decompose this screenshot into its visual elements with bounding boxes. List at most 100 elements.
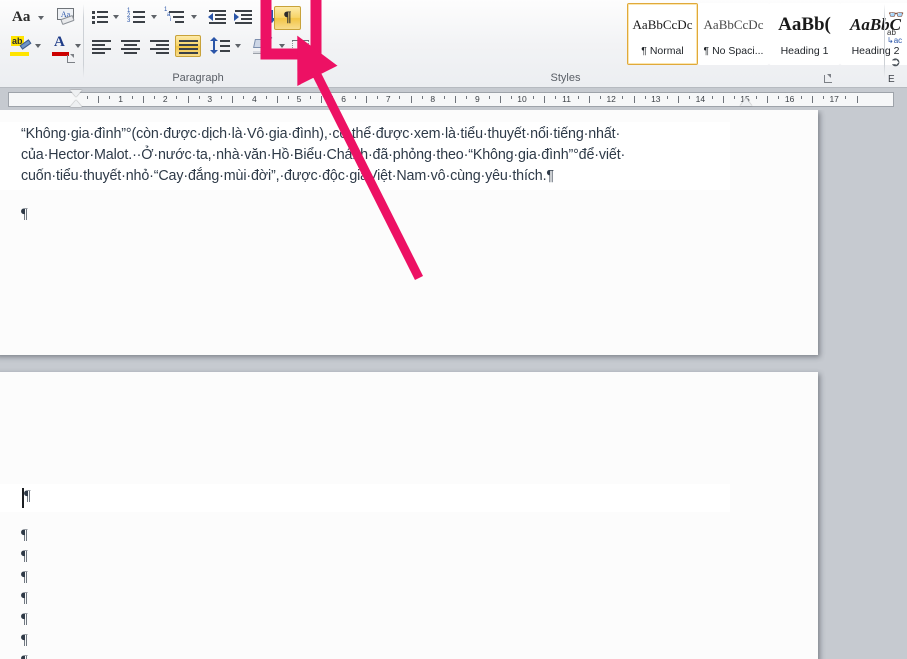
ruler-minor-tick	[422, 96, 423, 99]
ruler-minor-tick	[377, 96, 378, 99]
ruler-minor-tick	[645, 96, 646, 99]
ruler-minor-tick	[332, 96, 333, 99]
change-case-chevron-down-icon[interactable]	[38, 16, 44, 20]
align-text-right-button[interactable]	[146, 35, 172, 57]
ruler-minor-tick	[845, 96, 846, 99]
paragraph-mark: ¶	[21, 527, 28, 543]
pilcrow-icon: ¶	[283, 9, 292, 25]
font-group-body: Aa Aa ab A	[0, 0, 82, 68]
ruler-track[interactable]	[8, 92, 894, 107]
ruler-minor-tick	[277, 96, 278, 103]
ruler-minor-tick	[857, 96, 858, 103]
style-item-no-spacing[interactable]: AaBbCcDc ¶ No Spaci...	[698, 3, 769, 65]
right-indent-marker[interactable]	[740, 98, 753, 108]
ruler-tick-11: 11	[562, 94, 571, 104]
left-indent-marker[interactable]	[70, 89, 83, 110]
style-item-normal[interactable]: AaBbCcDc ¶ Normal	[627, 3, 698, 65]
replace-button[interactable]: ab ↳ac	[886, 28, 907, 50]
ruler-minor-tick	[176, 96, 177, 99]
font-dialog-launcher[interactable]	[66, 54, 77, 65]
increase-indent-button[interactable]	[232, 6, 254, 26]
paragraph-mark: ¶	[21, 653, 28, 659]
multilevel-list-button[interactable]: 1 a i	[162, 6, 188, 26]
styles-gallery[interactable]: AaBbCcDc ¶ Normal AaBbCcDc ¶ No Spaci...…	[627, 3, 907, 65]
text-highlight-color-button[interactable]: ab	[6, 34, 32, 58]
document-text-line[interactable]: của·Hector·Malot.··Ở·nước·ta,·nhà·văn·Hồ…	[21, 147, 625, 163]
ruler-tick-12: 12	[606, 94, 616, 104]
ruler-minor-tick	[288, 96, 289, 99]
ruler-minor-tick	[310, 96, 311, 99]
ruler-tick-1: 1	[118, 94, 123, 104]
paragraph-mark: ¶	[21, 590, 28, 606]
ruler-minor-tick	[199, 96, 200, 99]
ruler-tick-6: 6	[341, 94, 346, 104]
numbering-chevron-down-icon[interactable]	[151, 15, 157, 19]
ruler-tick-10: 10	[517, 94, 527, 104]
align-text-left-button[interactable]	[88, 35, 114, 57]
document-page-2[interactable]: ¶ ¶ ¶ ¶ ¶ ¶ ¶ ¶	[0, 372, 818, 659]
ruler-minor-tick	[678, 96, 679, 103]
ruler-minor-tick	[756, 96, 757, 99]
multilevel-chevron-down-icon[interactable]	[191, 15, 197, 19]
ruler-minor-tick	[444, 96, 445, 99]
ruler-minor-tick	[87, 96, 88, 99]
shading-chevron-down-icon[interactable]	[279, 44, 285, 48]
ruler-minor-tick	[712, 96, 713, 99]
paragraph-group-body: 1 2 3 1 a i A Z ¶	[84, 0, 320, 68]
ribbon: Aa Aa ab A 1 2 3 1 a i A Z ¶ Paragraph A…	[0, 0, 907, 88]
paragraph-dialog-launcher[interactable]	[298, 54, 309, 65]
ruler-minor-tick	[544, 96, 545, 103]
styles-group-label: Styles	[550, 72, 581, 84]
line-spacing-chevron-down-icon[interactable]	[235, 44, 241, 48]
bullets-button[interactable]	[88, 6, 110, 26]
ruler-minor-tick	[589, 96, 590, 103]
document-area[interactable]: “Không·gia·đình”°(còn·được·dịch·là·Vô·gi…	[0, 110, 907, 659]
ruler-tick-16: 16	[784, 94, 795, 104]
ruler-minor-tick	[466, 96, 467, 99]
numbering-button[interactable]: 1 2 3	[124, 6, 148, 26]
ruler-minor-tick	[778, 96, 779, 99]
document-text-line[interactable]: “Không·gia·đình”°(còn·được·dịch·là·Vô·gi…	[21, 126, 620, 142]
select-button[interactable]: ➲	[886, 52, 907, 74]
paragraph-mark: ¶	[21, 632, 28, 648]
ruler-minor-tick	[723, 96, 724, 103]
document-page-1[interactable]: “Không·gia·đình”°(còn·được·dịch·là·Vô·gi…	[0, 110, 818, 355]
bullets-chevron-down-icon[interactable]	[113, 15, 119, 19]
ruler-minor-tick	[500, 96, 501, 103]
styles-group: AaBbCcDc ¶ Normal AaBbCcDc ¶ No Spaci...…	[313, 0, 907, 88]
ruler-minor-tick	[188, 96, 189, 103]
justify-button[interactable]	[175, 35, 201, 57]
styles-dialog-launcher[interactable]	[823, 74, 834, 85]
ruler-tick-3: 3	[207, 94, 213, 104]
ruler-minor-tick	[321, 96, 322, 103]
show-hide-formatting-marks-button[interactable]: ¶	[274, 6, 301, 30]
ruler-tick-7: 7	[385, 94, 391, 104]
style-preview: AaBbCcDc	[703, 17, 764, 32]
paragraph-mark: ¶	[21, 548, 28, 564]
ruler-minor-tick	[767, 96, 768, 103]
ruler-minor-tick	[132, 96, 133, 99]
horizontal-ruler[interactable]: 1 2 3 4 5 6 7 8 9 10 11 12 13 14 15 16 17	[0, 89, 907, 110]
font-color-chevron-down-icon[interactable]	[75, 44, 81, 48]
ruler-minor-tick	[689, 96, 690, 99]
ruler-minor-tick	[823, 96, 824, 99]
decrease-indent-button[interactable]	[206, 6, 228, 26]
shading-button[interactable]	[250, 34, 276, 57]
group-separator	[884, 4, 885, 78]
change-case-button[interactable]: Aa	[8, 6, 36, 28]
center-button[interactable]	[117, 35, 143, 57]
style-name: ¶ Normal	[641, 45, 684, 57]
ruler-minor-tick	[578, 96, 579, 99]
find-button[interactable]: 👓	[886, 4, 907, 26]
ruler-minor-tick	[533, 96, 534, 99]
ruler-minor-tick	[221, 96, 222, 99]
highlight-color-chevron-down-icon[interactable]	[35, 44, 41, 48]
line-and-paragraph-spacing-button[interactable]	[208, 35, 232, 57]
font-group: Aa Aa ab A	[0, 0, 82, 88]
ruler-minor-tick	[489, 96, 490, 99]
clear-formatting-button[interactable]: Aa	[52, 5, 78, 29]
document-text-line[interactable]: cuốn·tiểu·thuyết·nhỏ·“Cay·đắng·mùi·đời”,…	[21, 168, 554, 184]
binoculars-icon: 👓	[888, 7, 905, 22]
style-item-heading-1[interactable]: AaBb( Heading 1	[769, 3, 840, 65]
ruler-minor-tick	[266, 96, 267, 99]
